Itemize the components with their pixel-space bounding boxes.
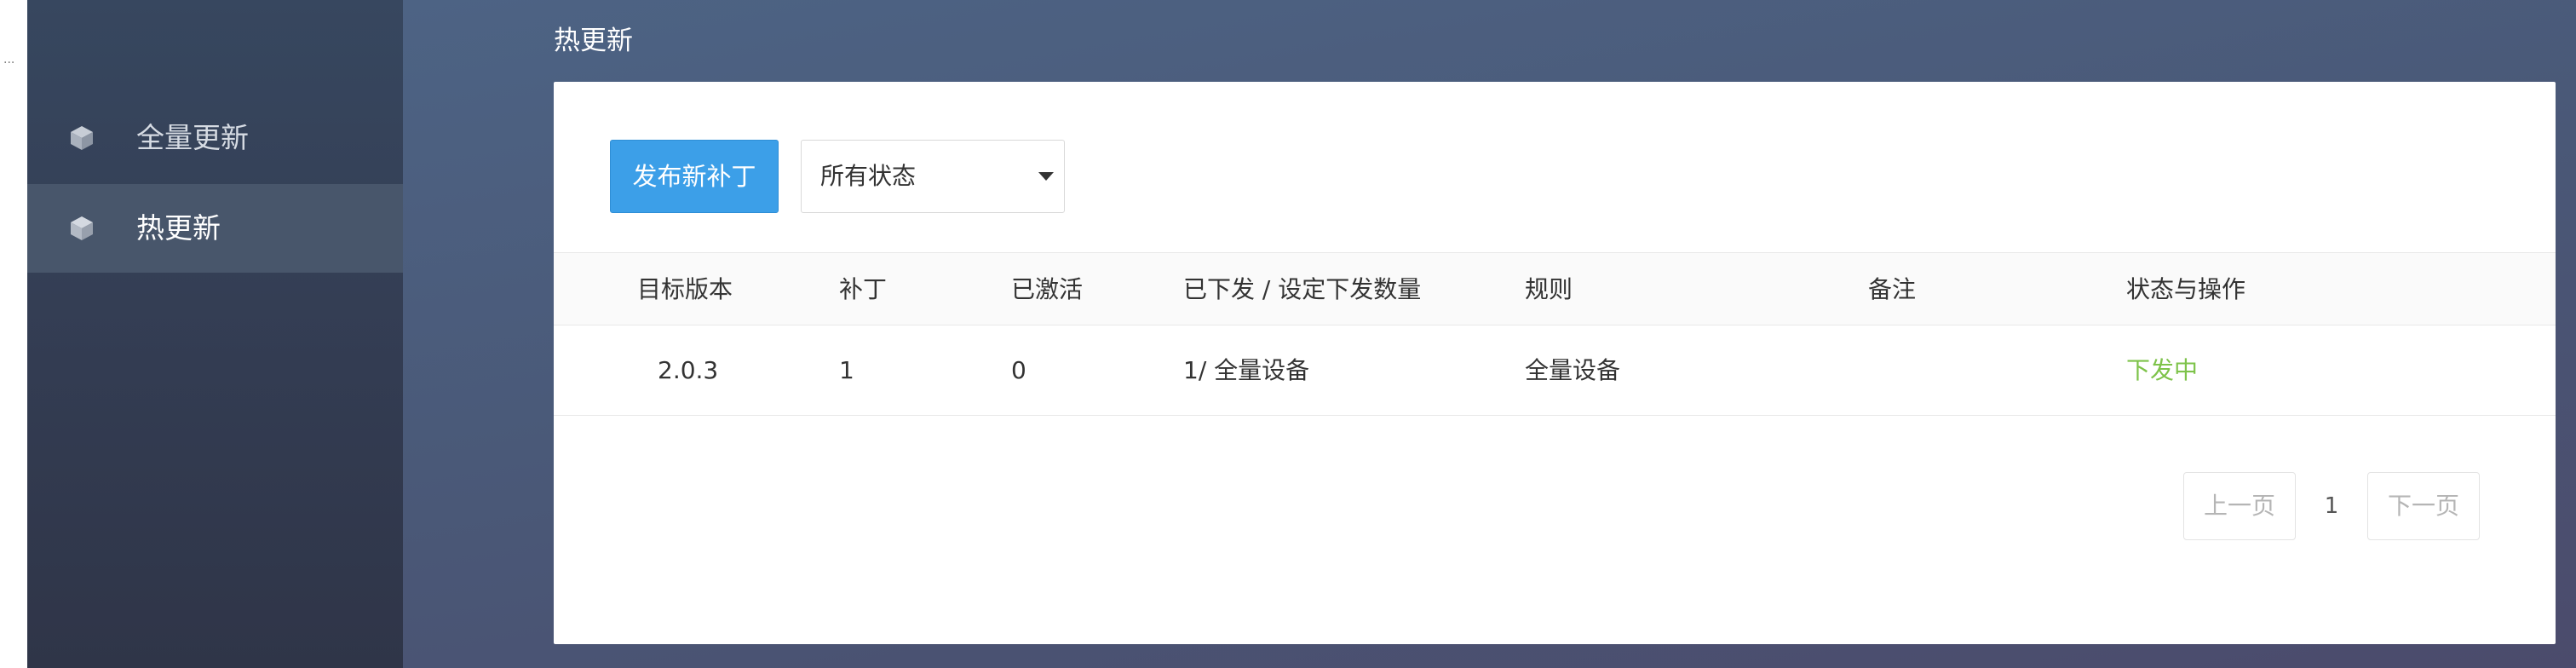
- status-link-running[interactable]: 下发中: [2126, 325, 2198, 416]
- main-content: 热更新 发布新补丁 所有状态 目标版本 补丁 已激活 已下发 / 设定下发数量 …: [403, 0, 2576, 668]
- cube-icon: [68, 124, 95, 152]
- current-page-number[interactable]: 1: [2296, 472, 2367, 540]
- patch-panel: 发布新补丁 所有状态 目标版本 补丁 已激活 已下发 / 设定下发数量 规则 备…: [554, 82, 2556, 644]
- status-filter-value: 所有状态: [820, 162, 917, 190]
- sidebar: 全量更新 热更新: [27, 0, 403, 668]
- status-filter-select[interactable]: 所有状态: [801, 140, 1065, 213]
- cube-icon: [68, 215, 95, 242]
- column-header-rule: 规则: [1525, 275, 1573, 303]
- page-title: 热更新: [554, 26, 633, 56]
- cell-target-version: 2.0.3: [658, 356, 719, 384]
- cell-activated: 0: [1011, 356, 1026, 384]
- column-header-target-version: 目标版本: [637, 275, 733, 303]
- sidebar-item-label: 热更新: [136, 211, 221, 245]
- sidebar-item-full-update[interactable]: 全量更新: [27, 94, 403, 182]
- cell-rule: 全量设备: [1525, 356, 1621, 384]
- table-header: 目标版本 补丁 已激活 已下发 / 设定下发数量 规则 备注 状态与操作: [554, 252, 2556, 325]
- next-page-button[interactable]: 下一页: [2367, 472, 2480, 540]
- sidebar-item-label: 全量更新: [136, 121, 249, 154]
- column-header-sent-count: 已下发 / 设定下发数量: [1183, 275, 1422, 303]
- column-header-patch: 补丁: [839, 275, 888, 303]
- caret-down-icon: [1038, 172, 1054, 181]
- sidebar-item-hot-update[interactable]: 热更新: [27, 184, 403, 273]
- column-header-note: 备注: [1868, 275, 1917, 303]
- cell-sent-count: 1/ 全量设备: [1183, 356, 1310, 384]
- column-header-activated: 已激活: [1011, 275, 1084, 303]
- publish-patch-button[interactable]: 发布新补丁: [610, 140, 779, 213]
- edge-ellipsis: ...: [3, 53, 15, 66]
- table-row: 2.0.3 1 0 1/ 全量设备 全量设备 下发中: [554, 325, 2556, 416]
- cell-patch: 1: [839, 356, 854, 384]
- column-header-status-actions: 状态与操作: [2126, 275, 2246, 303]
- prev-page-button[interactable]: 上一页: [2183, 472, 2296, 540]
- left-edge-strip: ...: [0, 0, 27, 668]
